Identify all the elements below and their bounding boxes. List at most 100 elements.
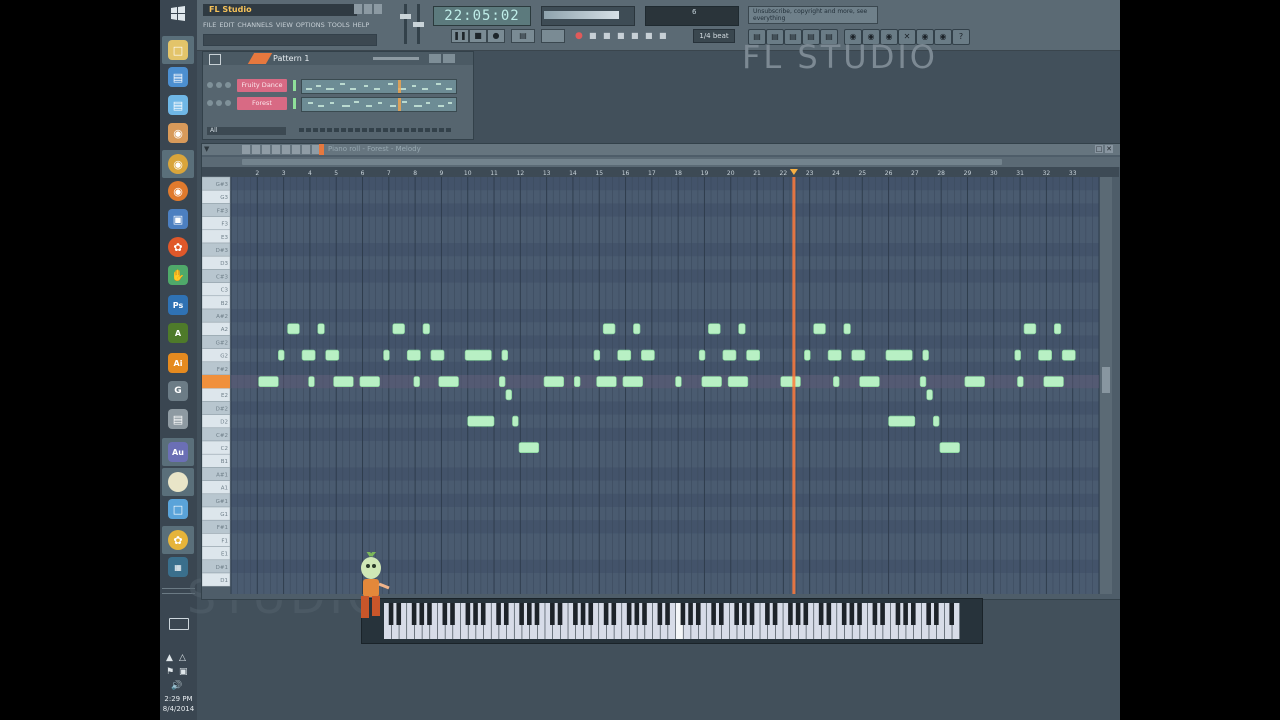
option-icon-2[interactable]: ■	[603, 31, 611, 40]
stepseq-brush-icon[interactable]	[247, 53, 273, 64]
menu-help[interactable]: Help	[353, 20, 370, 31]
black-key[interactable]	[611, 603, 617, 625]
black-key[interactable]	[588, 603, 594, 625]
black-key[interactable]	[795, 603, 801, 625]
audition-icon[interactable]: Au	[162, 438, 194, 466]
channel-mute-led[interactable]	[207, 100, 213, 106]
start-icon[interactable]	[167, 2, 189, 24]
photoshop-icon[interactable]: Ps	[167, 294, 189, 316]
piano-roll-hscrollbar[interactable]	[202, 157, 1120, 167]
channel-pan-knob[interactable]	[216, 100, 222, 106]
notepad-icon[interactable]: ▤	[167, 94, 189, 116]
fl-fruit-icon[interactable]: ✿	[167, 236, 189, 258]
black-key[interactable]	[695, 603, 701, 625]
black-key[interactable]	[473, 603, 478, 625]
black-key[interactable]	[880, 603, 885, 625]
black-key[interactable]	[557, 603, 563, 625]
mini-keyboard[interactable]	[361, 598, 983, 644]
master-pitch-knob[interactable]	[413, 22, 424, 27]
black-key[interactable]	[427, 603, 432, 625]
close-button[interactable]	[374, 4, 382, 14]
black-key[interactable]	[734, 603, 739, 625]
up-arrow-icon[interactable]: △	[179, 653, 186, 663]
piano-roll-tools[interactable]	[242, 145, 322, 154]
document-icon[interactable]: ▤	[167, 66, 189, 88]
menu-channels[interactable]: Channels	[237, 20, 272, 31]
black-key[interactable]	[573, 603, 578, 625]
black-key[interactable]	[411, 603, 417, 625]
circle-icon[interactable]	[162, 468, 194, 496]
stop-button[interactable]: ■	[469, 29, 487, 43]
black-key[interactable]	[665, 603, 670, 625]
piano-roll-maximize-button[interactable]: □	[1095, 145, 1103, 153]
clock-time[interactable]: 2:29 PM	[160, 695, 197, 703]
chrome-icon[interactable]: ◉	[162, 150, 194, 178]
fl-studio-icon[interactable]: ✿	[162, 526, 194, 554]
black-key[interactable]	[719, 603, 724, 625]
illustrator-icon[interactable]: A	[167, 322, 189, 344]
pattern-selector[interactable]: Pattern 1	[273, 54, 309, 63]
piano-roll-menu-icon[interactable]: ▼	[204, 145, 209, 153]
clock-date[interactable]: 8/4/2014	[160, 705, 197, 713]
stepseq-keyboard-button[interactable]	[443, 54, 455, 63]
action-center-icon[interactable]: ▣	[179, 667, 188, 677]
stepseq-scrollbar[interactable]	[299, 128, 453, 132]
black-key[interactable]	[527, 603, 532, 625]
channel-filter[interactable]: All	[207, 127, 286, 135]
snap-selector[interactable]: 1/4 beat	[693, 29, 735, 43]
black-key[interactable]	[818, 603, 824, 625]
folder-blue-icon[interactable]: □	[167, 498, 189, 520]
menu-file[interactable]: File	[203, 20, 216, 31]
black-key[interactable]	[419, 603, 425, 625]
record-button[interactable]: ●	[487, 29, 505, 43]
black-key[interactable]	[680, 603, 686, 625]
black-key[interactable]	[934, 603, 939, 625]
black-key[interactable]	[711, 603, 716, 625]
black-key[interactable]	[534, 603, 540, 625]
black-key[interactable]	[442, 603, 448, 625]
black-key[interactable]	[872, 603, 878, 625]
menu-edit[interactable]: Edit	[219, 20, 234, 31]
black-key[interactable]	[772, 603, 778, 625]
channel-select-led[interactable]	[293, 98, 296, 109]
stepseq-swing-slider[interactable]	[373, 57, 419, 60]
black-key[interactable]	[911, 603, 916, 625]
network-icon[interactable]: ▲	[166, 653, 173, 663]
minimize-button[interactable]	[354, 4, 362, 14]
black-key[interactable]	[742, 603, 747, 625]
channel-button[interactable]: Forest	[237, 97, 287, 110]
black-key[interactable]	[803, 603, 809, 625]
channel-volume-knob[interactable]	[225, 100, 231, 106]
channel-piano-roll-preview[interactable]	[301, 79, 457, 94]
black-key[interactable]	[826, 603, 832, 625]
channel-button[interactable]: Fruity Dance	[237, 79, 287, 92]
black-key[interactable]	[580, 603, 586, 625]
channel-pan-knob[interactable]	[216, 82, 222, 88]
help-button[interactable]: ?	[952, 29, 970, 45]
firefox-icon[interactable]: ◉	[167, 180, 189, 202]
piano-roll-canvas[interactable]: 2 3 4 5 6 7 8 9 10 11 12 13 14 15 16 17 18 19 20 21 22 23 24 25…	[202, 167, 1119, 597]
option-icon-5[interactable]: ■	[645, 31, 653, 40]
black-key[interactable]	[465, 603, 471, 625]
black-key[interactable]	[765, 603, 770, 625]
option-icon-4[interactable]: ■	[631, 31, 639, 40]
piano-roll-close-button[interactable]: ✕	[1105, 145, 1113, 153]
stepseq-view-button[interactable]	[429, 54, 441, 63]
puzzle-icon[interactable]: ▦	[167, 556, 189, 578]
channel-volume-knob[interactable]	[225, 82, 231, 88]
tempo-box[interactable]	[541, 29, 565, 43]
black-key[interactable]	[895, 603, 901, 625]
stepseq-menu-icon[interactable]	[209, 54, 221, 65]
black-key[interactable]	[634, 603, 640, 625]
black-key[interactable]	[626, 603, 632, 625]
pattern-song-toggle[interactable]: ▤	[511, 29, 535, 43]
black-key[interactable]	[749, 603, 755, 625]
black-key[interactable]	[496, 603, 501, 625]
black-key[interactable]	[550, 603, 555, 625]
black-key[interactable]	[503, 603, 509, 625]
paint-icon[interactable]: ◉	[167, 122, 189, 144]
master-volume-slider[interactable]	[404, 4, 407, 44]
option-icon-3[interactable]: ■	[617, 31, 625, 40]
black-key[interactable]	[788, 603, 793, 625]
black-key[interactable]	[688, 603, 693, 625]
